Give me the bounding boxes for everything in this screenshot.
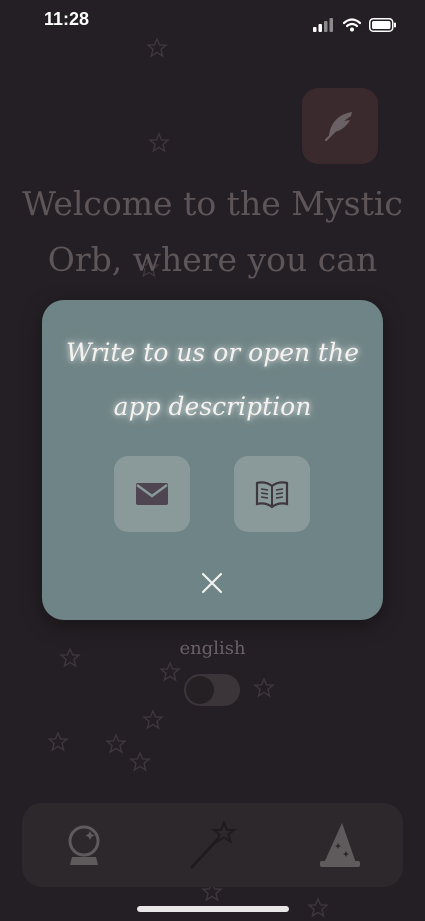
magic-wand-icon: [190, 820, 238, 869]
close-icon: [201, 572, 223, 594]
feather-icon: [324, 112, 352, 142]
tab-orb[interactable]: [54, 815, 114, 875]
book-icon: [255, 481, 289, 508]
app-description-button[interactable]: [234, 456, 310, 532]
star-icon: [254, 678, 274, 697]
star-icon: [106, 734, 126, 753]
close-button[interactable]: [192, 563, 232, 603]
welcome-text: Welcome to the Mystic Orb, where you can…: [22, 184, 403, 306]
signal-icon: [313, 18, 333, 32]
star-icon: [48, 732, 68, 751]
mail-icon: [136, 483, 168, 505]
language-label: english: [179, 638, 246, 659]
feather-button[interactable]: [302, 88, 378, 164]
star-icon: [160, 662, 180, 681]
star-icon: [143, 710, 163, 729]
modal-title: Write to us or open the app description: [65, 338, 360, 421]
star-icon: [149, 133, 169, 152]
tab-wizard[interactable]: [310, 815, 370, 875]
battery-icon: [369, 18, 396, 32]
wizard-hat-icon: [320, 823, 360, 867]
toggle-knob: [186, 676, 214, 704]
wifi-icon: [343, 18, 361, 32]
language-toggle[interactable]: [184, 674, 240, 706]
status-icons: [313, 18, 397, 32]
status-bar: 11:28: [0, 0, 425, 44]
tab-wand[interactable]: [182, 815, 242, 875]
star-icon: [130, 752, 150, 771]
status-time: 11:28: [44, 9, 90, 29]
star-icon: [308, 898, 328, 917]
tab-bar: [22, 803, 403, 887]
home-indicator: [137, 906, 289, 912]
contact-modal: Write to us or open the app description: [42, 300, 383, 620]
crystal-ball-icon: [68, 825, 100, 865]
write-email-button[interactable]: [114, 456, 190, 532]
